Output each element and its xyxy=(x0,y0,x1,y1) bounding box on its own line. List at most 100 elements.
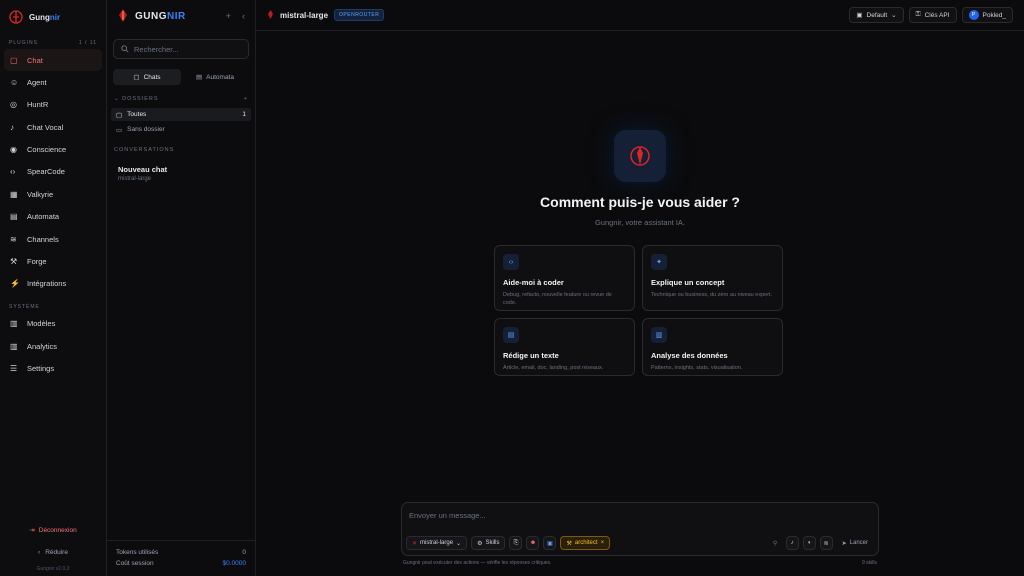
chat-bubble-icon: ▢ xyxy=(133,74,140,81)
globe-icon: ◎ xyxy=(10,100,17,110)
agent-icon: ☺ xyxy=(10,77,19,87)
spear-model-icon xyxy=(268,10,273,19)
sidebar-item-huntr[interactable]: ◎ HuntR xyxy=(4,94,102,116)
skills-button[interactable]: ⚙ Skills xyxy=(471,536,506,550)
folder-all[interactable]: ▢ Toutes 1 xyxy=(111,108,251,121)
sidebar-footer: ⇥ Déconnexion ‹ Réduire Gungnir v2.0.3 xyxy=(0,522,106,576)
attach-icon[interactable]: ⎘ xyxy=(509,536,523,550)
close-icon[interactable]: × xyxy=(601,540,605,546)
suggestion-card-concept[interactable]: ✦ Explique un concept Technique ou busines… xyxy=(642,245,783,311)
avatar: P xyxy=(968,10,979,20)
collapse-panel-icon[interactable]: ‹ xyxy=(242,11,245,21)
sidebar-item-label: Agent xyxy=(27,77,47,87)
plugins-nav: ▢ Chat ☺ Agent ◎ HuntR ♪ Chat Vocal ◉ Conscience ‹… xyxy=(0,49,106,295)
add-folder-icon[interactable]: + xyxy=(244,96,248,102)
sidebar-item-automata[interactable]: ▤ Automata xyxy=(4,206,102,228)
welcome-hero: Comment puis-je vous aider ? Gungnir, vo… xyxy=(256,130,1024,227)
system-nav: ▥ Modèles ▥ Analytics ☰ Settings xyxy=(0,313,106,380)
mic-icon: ♪ xyxy=(10,122,14,132)
suggestion-card-data[interactable]: ▥ Analyse des données Patterns, insights, … xyxy=(642,318,783,376)
message-composer: Envoyer un message... ✕ mistral-large ⌄ ⚙ S… xyxy=(401,502,879,556)
sidebar-item-label: Chat xyxy=(27,55,43,65)
sidebar-item-label: Settings xyxy=(27,364,55,374)
logout-button[interactable]: ⇥ Déconnexion xyxy=(0,522,106,538)
sidebar-item-label: Automata xyxy=(27,212,60,222)
brand[interactable]: Gungnir xyxy=(0,0,106,34)
version-label: Gungnir v2.0.3 xyxy=(36,566,70,572)
brand-name: Gungnir xyxy=(29,12,61,22)
sidebar-item-channels[interactable]: ≋ Channels xyxy=(4,228,102,250)
key-icon: ⚿ xyxy=(915,11,921,18)
signal-icon: ≋ xyxy=(10,234,17,244)
conversation-item[interactable]: Nouveau chat mistral-large xyxy=(107,159,255,188)
folder-none[interactable]: ▭ Sans dossier xyxy=(111,123,251,136)
sidebar-item-chat[interactable]: ▢ Chat xyxy=(4,49,102,71)
sidebar-item-settings[interactable]: ☰ Settings xyxy=(4,358,102,380)
sidebar-item-valkyrie[interactable]: ▦ Valkyrie xyxy=(4,183,102,205)
send-icon: ➤ xyxy=(841,540,847,547)
folders-header[interactable]: ⌄ DOSSIERS + xyxy=(107,94,255,104)
chat-tabs: ▢ Chats ▤ Automata xyxy=(113,69,249,85)
sliders-icon: ☰ xyxy=(10,364,18,374)
chevron-down-icon: ⌄ xyxy=(891,12,897,19)
skills-count: 9 skills xyxy=(861,560,877,566)
system-section-label: SYSTÈME xyxy=(9,303,40,310)
emoji-icon[interactable]: ☻ xyxy=(526,536,540,550)
send-button[interactable]: ➤ Lancer xyxy=(837,536,873,550)
gungnir-logo-icon xyxy=(630,146,650,166)
suggestion-grid: ‹› Aide-moi à coder Debug, refacto, nouvel… xyxy=(494,245,784,376)
api-keys-button[interactable]: ⚿ Clés API xyxy=(908,7,957,23)
logout-icon: ⇥ xyxy=(29,527,35,534)
sidebar-item-label: Forge xyxy=(27,257,47,267)
message-input[interactable]: Envoyer un message... xyxy=(402,503,878,528)
waveform-icon[interactable]: ≋ xyxy=(819,536,833,550)
sidebar-item-agent[interactable]: ☺ Agent xyxy=(4,71,102,93)
folder-icon: ▭ xyxy=(116,126,123,134)
architect-mode-chip[interactable]: ⚒ architect × xyxy=(560,536,611,550)
grid-icon: ▦ xyxy=(10,189,18,199)
chat-panel: GUNGNIR + ‹ Rechercher... ▢ Chats ▤ Automa… xyxy=(107,0,256,576)
gungnir-logo-icon xyxy=(9,10,23,24)
search-input[interactable]: Rechercher... xyxy=(113,39,249,59)
sidebar-item-int-grations[interactable]: ⚡ Intégrations xyxy=(4,273,102,295)
new-chat-icon[interactable]: + xyxy=(226,11,231,21)
chat-icon: ▢ xyxy=(10,55,18,65)
assistant-logo xyxy=(614,130,666,182)
main-area: mistral-large OPENROUTER ▣ Default ⌄ ⚿ Clés… xyxy=(256,0,1024,576)
voice-icon[interactable]: ◖ xyxy=(802,536,816,550)
model-select[interactable]: ✕ mistral-large ⌄ xyxy=(406,536,468,550)
sparkle-icon: ✦ xyxy=(651,254,667,270)
tab-automata[interactable]: ▤ Automata xyxy=(181,69,249,85)
conversations-header: CONVERSATIONS xyxy=(114,147,175,153)
sidebar-item-forge[interactable]: ⚒ Forge xyxy=(4,251,102,273)
session-stats: Tokens utilisés 0 Coût session $0.0000 xyxy=(107,540,255,576)
chat-panel-header: GUNGNIR + ‹ xyxy=(107,0,255,32)
search-placeholder: Rechercher... xyxy=(134,44,179,54)
image-icon[interactable]: ▣ xyxy=(543,536,557,550)
suggestion-card-code[interactable]: ‹› Aide-moi à coder Debug, refacto, nouvel… xyxy=(494,245,635,311)
tab-chats[interactable]: ▢ Chats xyxy=(113,69,181,85)
disclaimer: Gungnir peut exécuter des actions — véri… xyxy=(403,560,552,566)
logout-label: Déconnexion xyxy=(38,526,77,534)
user-menu[interactable]: P Pokled_ xyxy=(961,7,1013,23)
gungnir-logo: GUNGNIR xyxy=(117,9,186,23)
top-bar: mistral-large OPENROUTER ▣ Default ⌄ ⚿ Clés… xyxy=(256,0,1024,31)
collapse-label: Réduire xyxy=(45,548,68,556)
mic-icon[interactable]: ♪ xyxy=(785,536,799,550)
chevron-down-icon: ⌄ xyxy=(456,540,462,547)
magic-icon[interactable]: ⚲ xyxy=(769,536,782,550)
sidebar-item-mod-les[interactable]: ▥ Modèles xyxy=(4,313,102,335)
spear-icon: ✕ xyxy=(412,540,418,547)
sidebar-item-spearcode[interactable]: ‹› SpearCode xyxy=(4,161,102,183)
sidebar-item-conscience[interactable]: ◉ Conscience xyxy=(4,139,102,161)
sidebar-item-chat-vocal[interactable]: ♪ Chat Vocal xyxy=(4,116,102,138)
conversation-title: Nouveau chat xyxy=(118,165,168,174)
sidebar-item-label: Valkyrie xyxy=(27,189,54,199)
code-icon: ‹› xyxy=(10,167,16,177)
composer-toolbar: ✕ mistral-large ⌄ ⚙ Skills ⎘ ☻ ▣ ⚒ architect… xyxy=(406,536,873,550)
grid-icon: ⚙ xyxy=(477,540,483,547)
profile-select[interactable]: ▣ Default ⌄ xyxy=(849,7,904,23)
collapse-button[interactable]: ‹ Réduire xyxy=(0,542,106,562)
sidebar-item-analytics[interactable]: ▥ Analytics xyxy=(4,335,102,357)
suggestion-card-text[interactable]: ▤ Rédige un texte Article, email, doc, lan… xyxy=(494,318,635,376)
